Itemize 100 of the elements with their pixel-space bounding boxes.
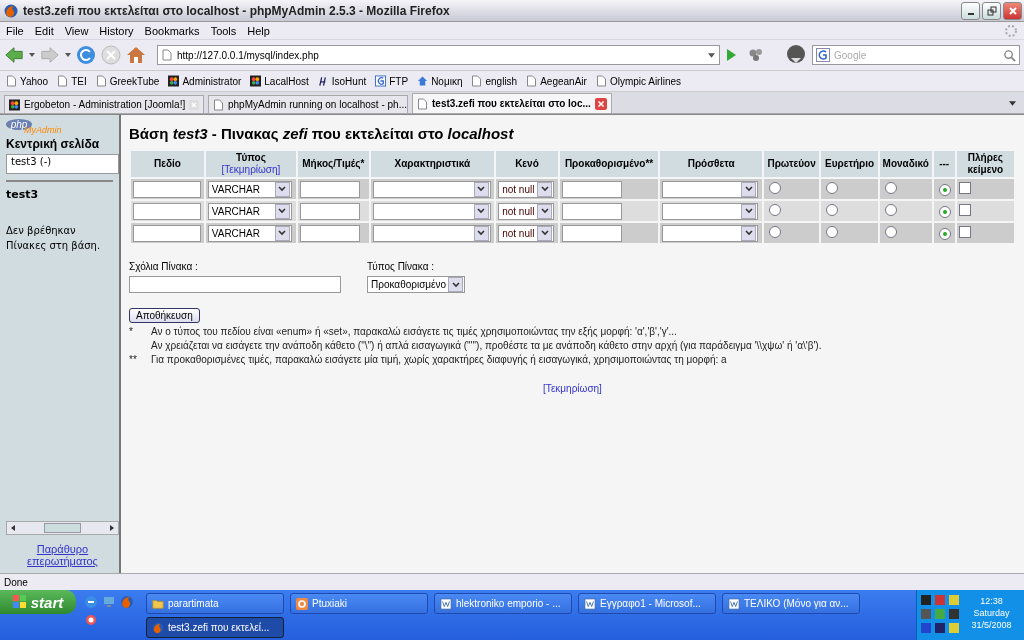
bookmark-link[interactable]: GreekTube <box>95 75 160 87</box>
menu-item[interactable]: File <box>6 24 24 37</box>
bookmark-link[interactable]: Olympic Airlines <box>595 75 681 87</box>
bookmark-link[interactable]: FTP <box>375 75 409 87</box>
taskbar-button[interactable]: hlektroniko emporio - ... <box>434 593 572 614</box>
menu-item[interactable]: Tools <box>210 24 237 37</box>
documentation-link[interactable]: [Τεκμηρίωση] <box>543 383 602 394</box>
radio-button[interactable] <box>884 182 897 194</box>
radio-button[interactable] <box>826 226 839 238</box>
bookmark-link[interactable]: Yahoo <box>6 75 49 87</box>
taskbar-button[interactable]: test3.zefi που εκτελεί... <box>146 617 284 638</box>
checkbox[interactable] <box>958 204 971 216</box>
taskbar-button[interactable]: Ptuxiaki <box>290 593 428 614</box>
field-name-input[interactable] <box>133 202 201 220</box>
menu-item[interactable]: History <box>99 24 134 37</box>
null-select[interactable]: not null <box>498 202 555 220</box>
menu-item[interactable]: Bookmarks <box>144 24 200 37</box>
length-input[interactable] <box>300 224 361 242</box>
null-select[interactable]: not null <box>498 224 555 242</box>
type-select[interactable]: VARCHAR <box>207 180 292 198</box>
close-button[interactable] <box>1003 1 1022 20</box>
menu-item[interactable]: Help <box>247 24 270 37</box>
default-input[interactable] <box>561 180 622 198</box>
radio-button[interactable] <box>826 204 839 216</box>
restore-button[interactable] <box>982 1 1001 20</box>
radio-button[interactable] <box>768 204 781 216</box>
checkbox[interactable] <box>958 226 971 238</box>
radio-button[interactable] <box>884 226 897 238</box>
extra-select[interactable] <box>662 224 759 242</box>
field-name-input[interactable] <box>133 224 201 242</box>
browser-tab[interactable]: Ergobeton - Administration [Joomla!] <box>4 95 204 113</box>
length-input[interactable] <box>300 202 361 220</box>
page-icon <box>57 75 69 87</box>
caret-icon[interactable] <box>65 53 71 57</box>
caret-icon <box>744 186 753 192</box>
extra-select[interactable] <box>662 180 759 198</box>
home-link[interactable]: Κεντρική σελίδα <box>6 137 119 151</box>
address-field[interactable]: http://127.0.0.1/mysql/index.php <box>157 45 720 65</box>
length-input[interactable] <box>300 180 361 198</box>
radio-button[interactable] <box>826 182 839 194</box>
caret-icon[interactable] <box>1009 101 1016 106</box>
table-type-select[interactable]: Προκαθορισμένο <box>367 276 465 293</box>
caret-icon[interactable] <box>708 52 715 58</box>
default-input[interactable] <box>561 224 622 242</box>
bookmark-link[interactable]: Νομικη <box>417 75 463 87</box>
clock-time: 12:38 <box>980 596 1003 606</box>
attributes-select[interactable] <box>372 202 491 220</box>
radio-button[interactable] <box>938 183 951 196</box>
minimize-button[interactable] <box>961 1 980 20</box>
document-icon <box>584 597 596 610</box>
back-icon[interactable] <box>4 45 24 65</box>
attributes-select[interactable] <box>372 224 491 242</box>
bookmark-link[interactable]: IsoHunt <box>317 75 367 87</box>
query-window-link[interactable]: Παράθυρο επερωτήματος <box>6 543 119 567</box>
windows-logo-icon <box>12 595 27 609</box>
radio-button[interactable] <box>768 182 781 194</box>
save-button[interactable]: Αποθήκευση <box>129 308 200 323</box>
documentation-link[interactable]: [Τεκμηρίωση] <box>221 164 281 175</box>
flower-icon <box>250 75 262 87</box>
left-arrow-icon[interactable] <box>10 525 16 531</box>
default-input[interactable] <box>561 202 622 220</box>
radio-button[interactable] <box>884 204 897 216</box>
footnote-text: Αν ο τύπος του πεδίου είναι «enum» ή «set», παρακαλώ εισάγετε τις τιμές χρησιμοποιώντας την εξής μορφή: 'α','β','γ'... <box>151 326 678 337</box>
taskbar-button[interactable]: ΤΕΛΙΚΟ (Μόνο για αν... <box>722 593 860 614</box>
browser-icon[interactable] <box>84 595 98 609</box>
extra-select[interactable] <box>662 202 759 220</box>
radio-button[interactable] <box>938 205 951 218</box>
checkbox[interactable] <box>958 182 971 194</box>
comment-input[interactable] <box>129 276 341 293</box>
bookmark-link[interactable]: LacalHost <box>250 75 309 87</box>
null-select[interactable]: not null <box>498 180 555 198</box>
bookmark-link[interactable]: TEI <box>57 75 87 87</box>
bookmark-link[interactable]: english <box>471 75 518 87</box>
menu-item[interactable]: Edit <box>34 24 54 37</box>
clock-day: Saturday <box>973 608 1010 618</box>
database-link[interactable]: test3 <box>6 188 119 201</box>
type-select[interactable]: VARCHAR <box>207 224 292 242</box>
search-icon[interactable] <box>1003 48 1016 62</box>
browser-tab[interactable]: phpMyAdmin running on localhost - ph... <box>208 95 408 113</box>
right-arrow-icon[interactable] <box>109 525 115 531</box>
database-select[interactable]: test3 (-) <box>6 154 119 174</box>
caret-icon[interactable] <box>29 53 35 57</box>
reload-icon[interactable] <box>76 45 96 65</box>
home-icon[interactable] <box>126 45 146 65</box>
page-icon <box>95 75 107 87</box>
browser-tab[interactable]: test3.zefi που εκτελείται στο loc... <box>412 93 612 113</box>
field-name-input[interactable] <box>133 180 201 198</box>
bookmark-link[interactable]: Administrator <box>168 75 242 87</box>
attributes-select[interactable] <box>372 180 491 198</box>
close-icon[interactable] <box>595 97 607 110</box>
radio-button[interactable] <box>938 227 951 240</box>
radio-button[interactable] <box>768 226 781 238</box>
scrollbar[interactable] <box>6 521 119 535</box>
menu-item[interactable]: View <box>64 24 89 37</box>
caret-icon <box>477 186 486 192</box>
type-select[interactable]: VARCHAR <box>207 202 292 220</box>
taskbar-button[interactable]: parartimata <box>146 593 284 614</box>
bookmark-link[interactable]: AegeanAir <box>526 75 587 87</box>
taskbar-button[interactable]: Εγγραφο1 - Microsof... <box>578 593 716 614</box>
window-title: test3.zefi που εκτελείται στο localhost - phpMyAdmin 2.5.3 - Mozilla Firefox <box>23 3 451 18</box>
